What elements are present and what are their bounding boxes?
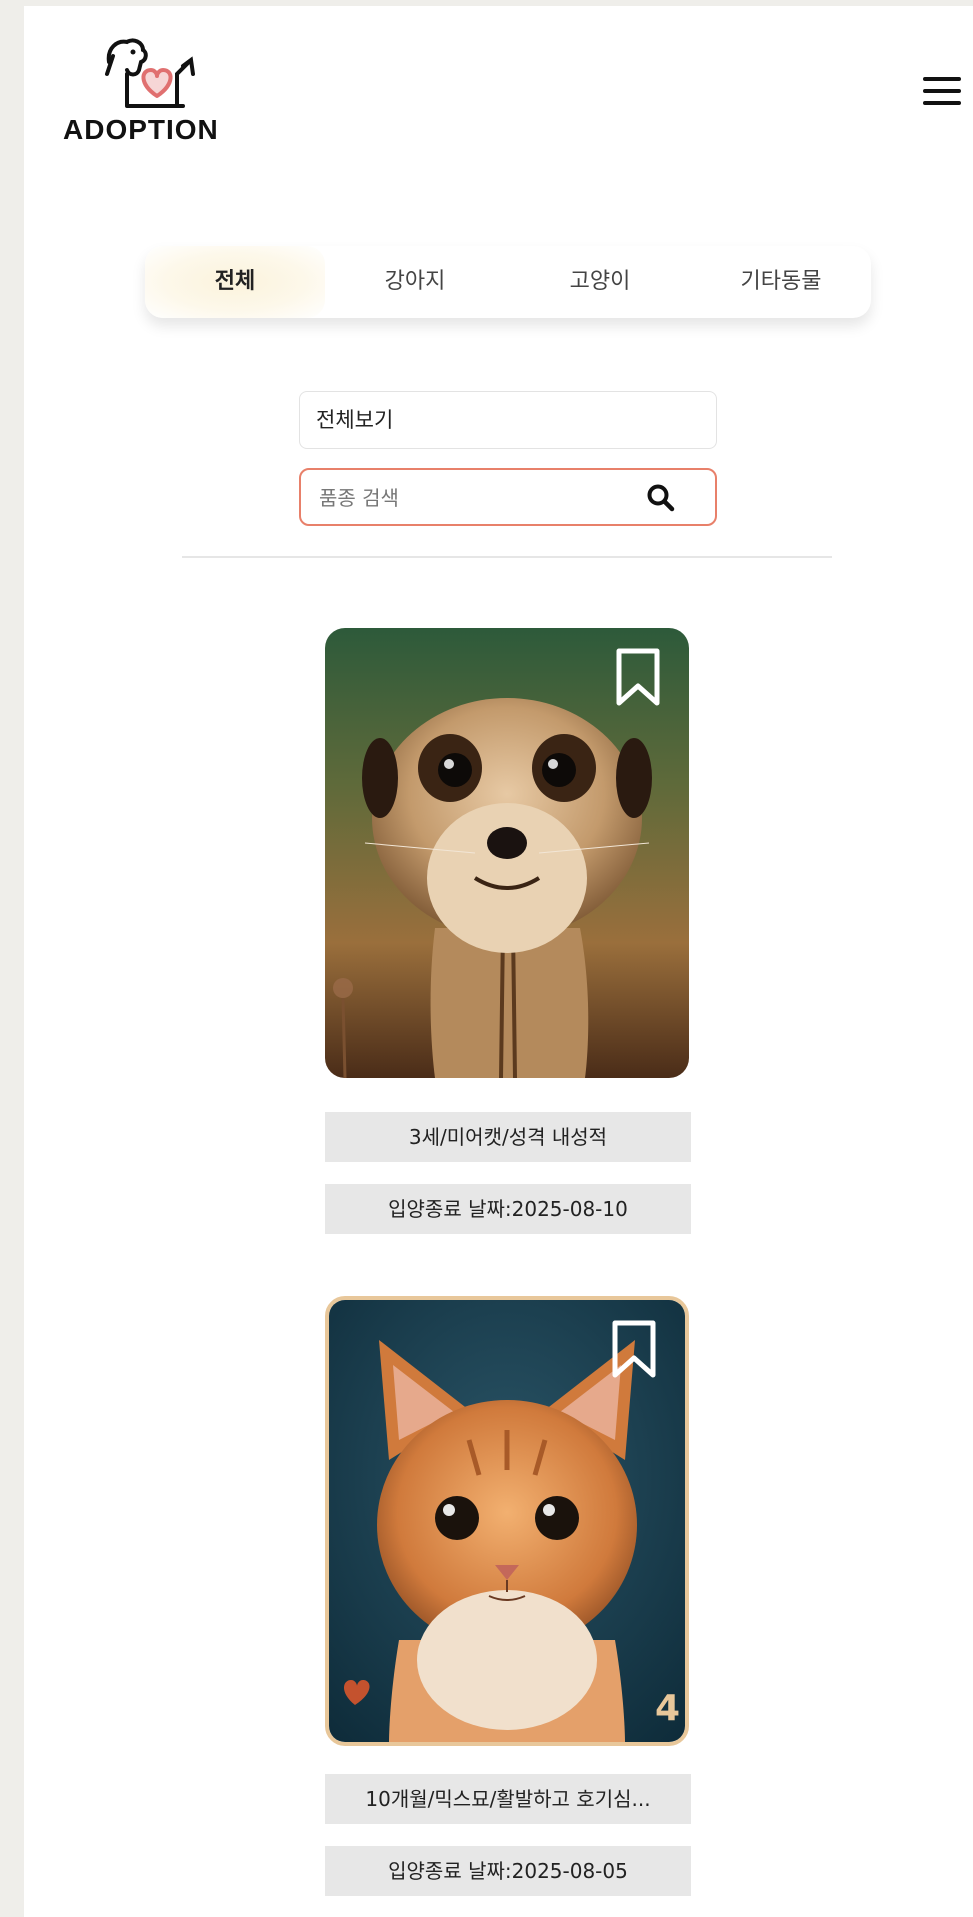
bookmark-icon[interactable] — [611, 1320, 657, 1378]
animal-description: 3세/미어캣/성격 내성적 — [325, 1112, 691, 1162]
adoption-end-date: 입양종료 날짜:2025-08-10 — [325, 1184, 691, 1234]
category-tabs: 전체 강아지 고양이 기타동물 — [145, 246, 871, 318]
animal-photo-meerkat[interactable] — [325, 628, 689, 1078]
search-icon[interactable] — [646, 483, 676, 513]
card-number-text: 4 — [655, 1688, 680, 1729]
tab-dog[interactable]: 강아지 — [325, 246, 505, 318]
hamburger-menu-icon[interactable] — [923, 77, 961, 107]
tab-all[interactable]: 전체 — [145, 246, 325, 318]
logo-text: ADOPTION — [63, 114, 219, 145]
logo[interactable]: ADOPTION — [63, 34, 243, 149]
page: ADOPTION 전체 강아지 고양이 기타동물 전체보기 품종 검색 3세/미… — [24, 6, 973, 1917]
tab-cat[interactable]: 고양이 — [510, 246, 690, 318]
animal-description: 10개월/믹스묘/활발하고 호기심... — [325, 1774, 691, 1824]
bookmark-icon[interactable] — [615, 648, 661, 706]
adoption-end-date: 입양종료 날짜:2025-08-05 — [325, 1846, 691, 1896]
tab-other-animals[interactable]: 기타동물 — [691, 246, 871, 318]
divider — [182, 556, 832, 558]
breed-search-input[interactable] — [317, 470, 621, 526]
breed-search-box — [299, 468, 717, 526]
filter-select[interactable]: 전체보기 — [299, 391, 717, 449]
dog-heart-logo-icon — [105, 38, 195, 108]
animal-photo-kitten[interactable]: 4 — [325, 1296, 689, 1746]
